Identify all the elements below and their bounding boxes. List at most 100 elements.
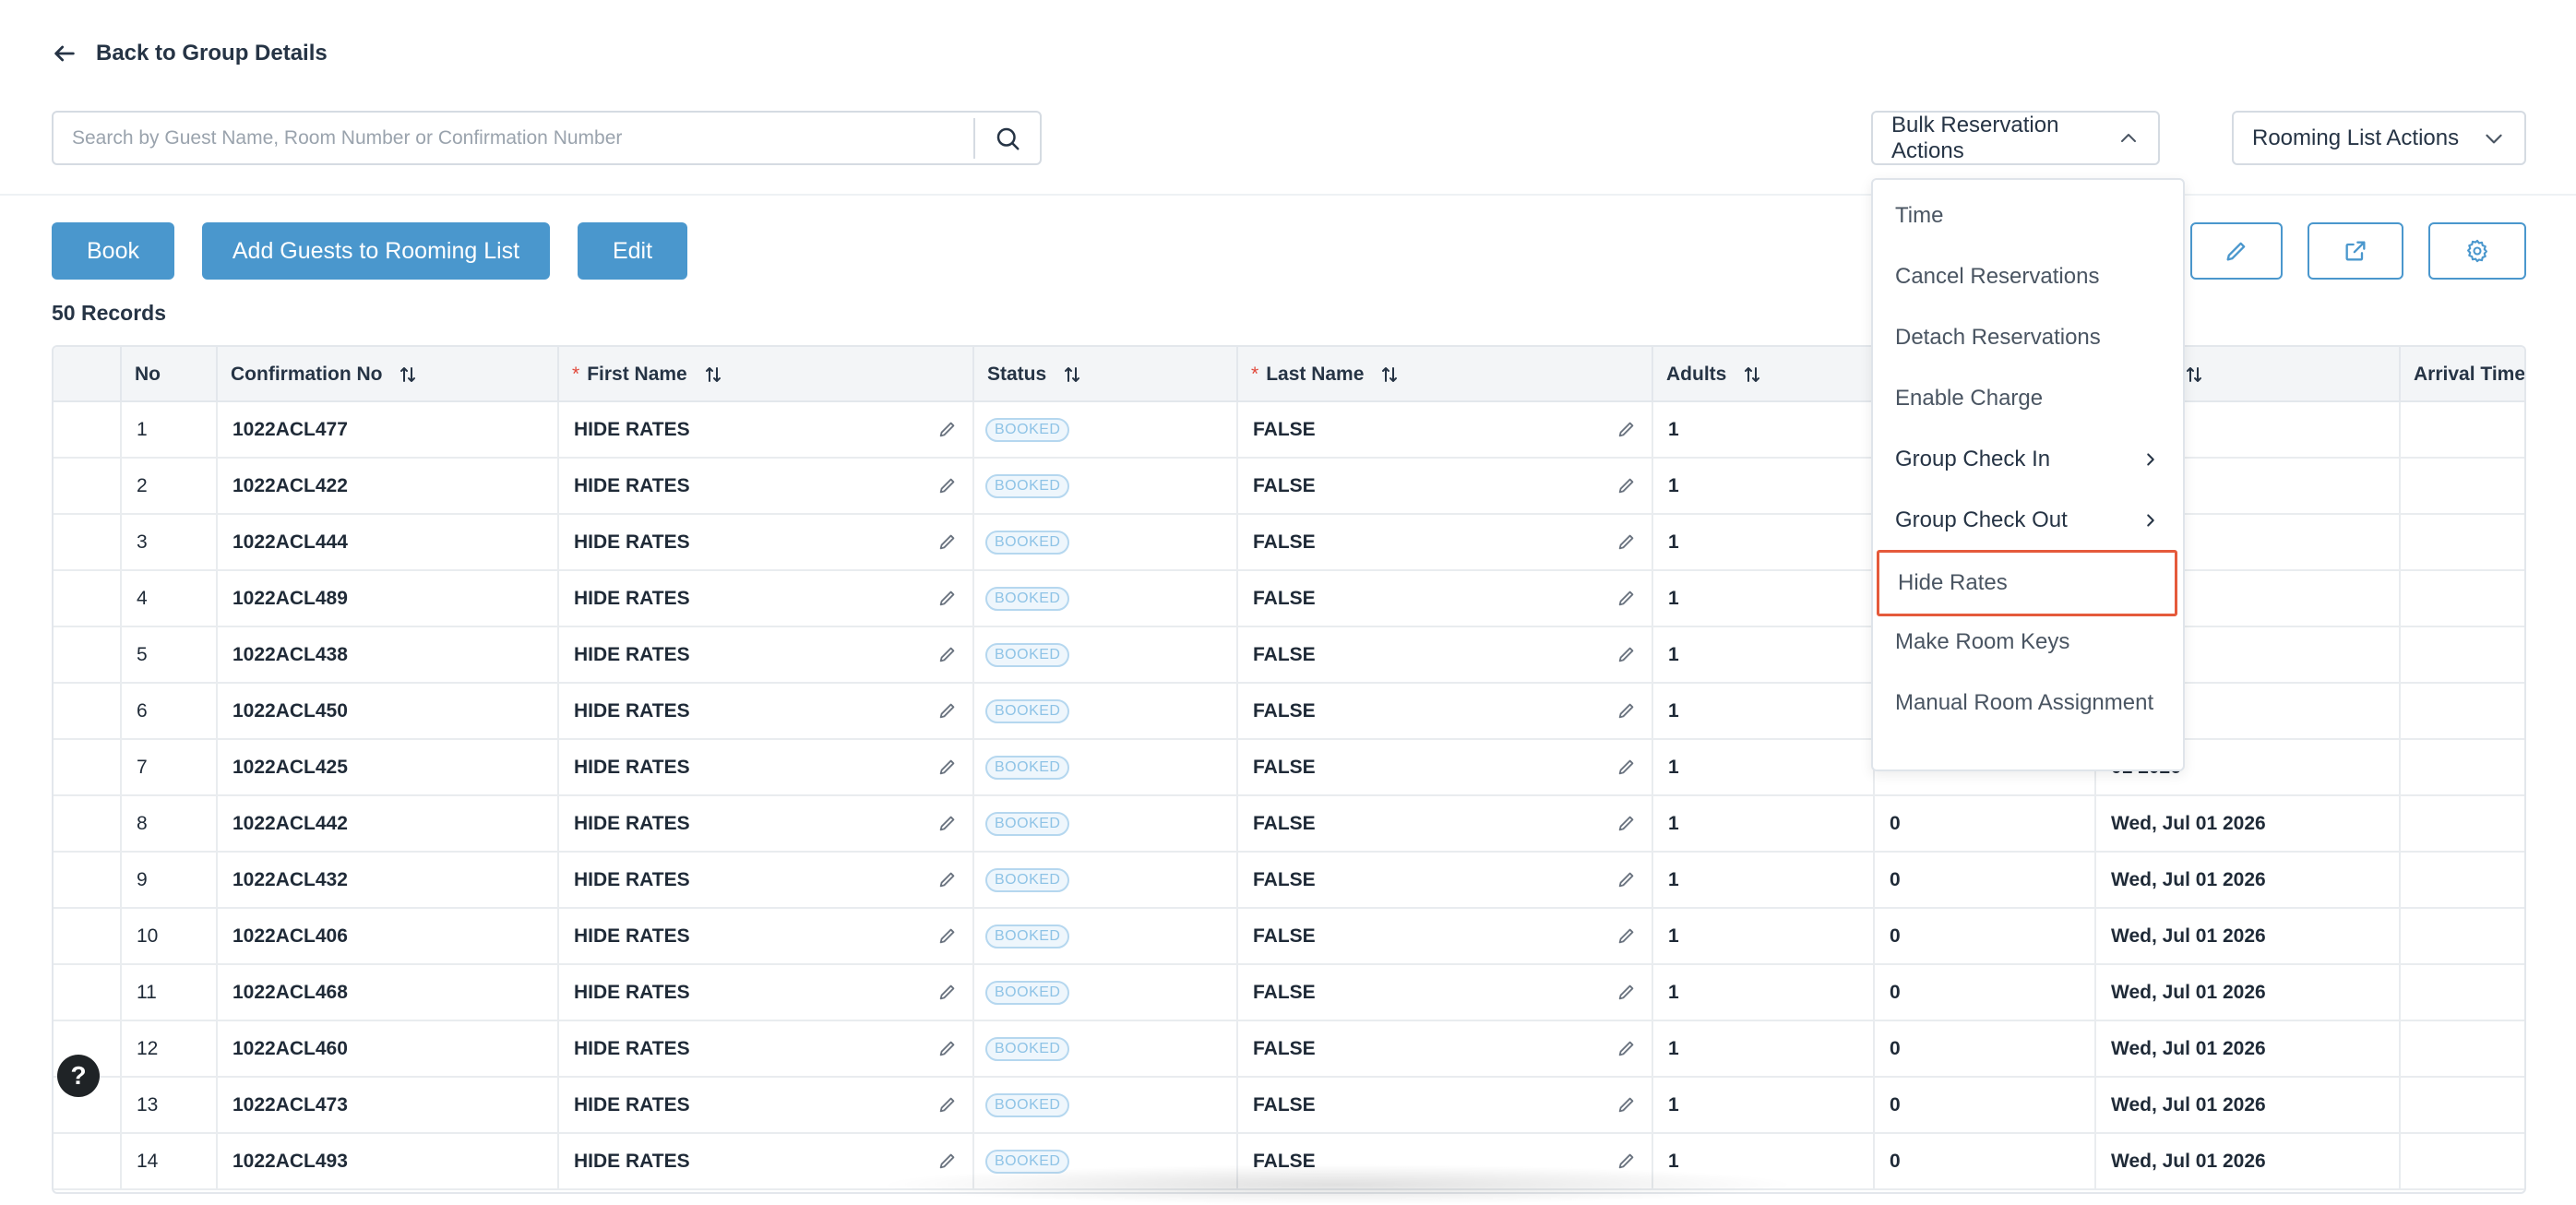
pencil-icon[interactable]: [937, 757, 958, 777]
pencil-icon[interactable]: [937, 531, 958, 552]
rooming-list-actions-dropdown[interactable]: Rooming List Actions: [2232, 111, 2526, 165]
book-button[interactable]: Book: [52, 222, 174, 280]
table-row[interactable]: 13 1022ACL473 HIDE RATES BOOKED FALSE 1 0 Wed, …: [54, 1078, 2524, 1134]
last-name-cell[interactable]: FALSE: [1236, 515, 1652, 569]
pencil-icon[interactable]: [1616, 757, 1637, 777]
first-name-cell[interactable]: HIDE RATES: [557, 684, 972, 738]
row-select-cell[interactable]: [54, 684, 120, 738]
pencil-icon[interactable]: [937, 1038, 958, 1058]
pencil-icon[interactable]: [1616, 588, 1637, 608]
first-name-cell[interactable]: HIDE RATES: [557, 627, 972, 682]
pencil-icon[interactable]: [937, 700, 958, 721]
menu-item-group-check-in[interactable]: Group Check In: [1873, 430, 2183, 489]
first-name-cell[interactable]: HIDE RATES: [557, 853, 972, 907]
last-name-cell[interactable]: FALSE: [1236, 796, 1652, 851]
pencil-icon[interactable]: [937, 982, 958, 1002]
pencil-icon[interactable]: [1616, 531, 1637, 552]
pencil-icon[interactable]: [1616, 925, 1637, 946]
first-name-cell[interactable]: HIDE RATES: [557, 459, 972, 513]
pencil-icon[interactable]: [937, 588, 958, 608]
table-row[interactable]: 12 1022ACL460 HIDE RATES BOOKED FALSE 1 0 Wed, …: [54, 1021, 2524, 1078]
pencil-icon[interactable]: [937, 925, 958, 946]
pencil-icon[interactable]: [937, 475, 958, 495]
menu-item-time[interactable]: Time: [1873, 186, 2183, 245]
first-name-cell[interactable]: HIDE RATES: [557, 965, 972, 1020]
row-select-cell[interactable]: [54, 402, 120, 457]
sort-icon[interactable]: [2183, 364, 2205, 386]
last-name-cell[interactable]: FALSE: [1236, 740, 1652, 794]
sort-icon[interactable]: [1061, 364, 1083, 386]
bulk-reservation-actions-dropdown[interactable]: Bulk Reservation Actions: [1871, 111, 2160, 165]
menu-item-detach-reservations[interactable]: Detach Reservations: [1873, 308, 2183, 367]
pencil-icon[interactable]: [937, 644, 958, 664]
menu-item-cancel-reservations[interactable]: Cancel Reservations: [1873, 247, 2183, 306]
last-name-cell[interactable]: FALSE: [1236, 853, 1652, 907]
edit-icon-button[interactable]: [2190, 222, 2283, 280]
last-name-cell[interactable]: FALSE: [1236, 571, 1652, 626]
menu-item-make-room-keys[interactable]: Make Room Keys: [1873, 613, 2183, 672]
column-header-first-name[interactable]: * First Name: [557, 347, 972, 402]
row-select-cell[interactable]: [54, 459, 120, 513]
sort-icon[interactable]: [702, 364, 724, 386]
row-select-cell[interactable]: [54, 853, 120, 907]
edit-button[interactable]: Edit: [578, 222, 687, 280]
pencil-icon[interactable]: [1616, 419, 1637, 439]
menu-item-manual-room-assignment[interactable]: Manual Room Assignment: [1873, 674, 2183, 733]
first-name-cell[interactable]: HIDE RATES: [557, 796, 972, 851]
row-select-cell[interactable]: [54, 571, 120, 626]
sort-icon[interactable]: [1741, 364, 1763, 386]
pencil-icon[interactable]: [1616, 700, 1637, 721]
help-button[interactable]: ?: [57, 1055, 100, 1097]
last-name-cell[interactable]: FALSE: [1236, 1021, 1652, 1076]
row-select-cell[interactable]: [54, 740, 120, 794]
table-row[interactable]: 11 1022ACL468 HIDE RATES BOOKED FALSE 1 0 Wed, …: [54, 965, 2524, 1021]
first-name-cell[interactable]: HIDE RATES: [557, 515, 972, 569]
table-row[interactable]: 8 1022ACL442 HIDE RATES BOOKED FALSE 1 0 Wed, J…: [54, 796, 2524, 853]
pencil-icon[interactable]: [1616, 644, 1637, 664]
search-button[interactable]: [975, 113, 1040, 163]
menu-item-enable-charge[interactable]: Enable Charge: [1873, 369, 2183, 428]
pencil-icon[interactable]: [937, 419, 958, 439]
first-name-cell[interactable]: HIDE RATES: [557, 1021, 972, 1076]
add-guests-button[interactable]: Add Guests to Rooming List: [202, 222, 550, 280]
row-select-cell[interactable]: [54, 515, 120, 569]
last-name-cell[interactable]: FALSE: [1236, 909, 1652, 963]
first-name-cell[interactable]: HIDE RATES: [557, 740, 972, 794]
pencil-icon[interactable]: [1616, 982, 1637, 1002]
pencil-icon[interactable]: [1616, 813, 1637, 833]
column-header-adults[interactable]: Adults: [1652, 347, 1873, 402]
last-name-cell[interactable]: FALSE: [1236, 627, 1652, 682]
last-name-cell[interactable]: FALSE: [1236, 1078, 1652, 1132]
sort-icon[interactable]: [397, 364, 419, 386]
row-select-cell[interactable]: [54, 965, 120, 1020]
row-select-cell[interactable]: [54, 909, 120, 963]
first-name-cell[interactable]: HIDE RATES: [557, 402, 972, 457]
menu-item-group-check-out[interactable]: Group Check Out: [1873, 491, 2183, 550]
sort-icon[interactable]: [1378, 364, 1401, 386]
pencil-icon[interactable]: [937, 869, 958, 889]
last-name-cell[interactable]: FALSE: [1236, 684, 1652, 738]
search-input[interactable]: [54, 113, 973, 163]
last-name-cell[interactable]: FALSE: [1236, 459, 1652, 513]
row-select-cell[interactable]: [54, 1134, 120, 1188]
row-select-cell[interactable]: [54, 627, 120, 682]
first-name-cell[interactable]: HIDE RATES: [557, 1078, 972, 1132]
column-header-status[interactable]: Status: [972, 347, 1236, 402]
pencil-icon[interactable]: [937, 813, 958, 833]
export-button[interactable]: [2308, 222, 2403, 280]
pencil-icon[interactable]: [1616, 475, 1637, 495]
pencil-icon[interactable]: [1616, 869, 1637, 889]
pencil-icon[interactable]: [937, 1094, 958, 1115]
settings-button[interactable]: [2428, 222, 2526, 280]
last-name-cell[interactable]: FALSE: [1236, 402, 1652, 457]
first-name-cell[interactable]: HIDE RATES: [557, 909, 972, 963]
table-row[interactable]: 10 1022ACL406 HIDE RATES BOOKED FALSE 1 0 Wed, …: [54, 909, 2524, 965]
pencil-icon[interactable]: [1616, 1094, 1637, 1115]
first-name-cell[interactable]: HIDE RATES: [557, 571, 972, 626]
column-header-last-name[interactable]: * Last Name: [1236, 347, 1652, 402]
back-to-group-details-link[interactable]: Back to Group Details: [52, 41, 328, 66]
menu-item-hide-rates[interactable]: Hide Rates: [1877, 550, 2177, 616]
column-header-confirmation-no[interactable]: Confirmation No: [216, 347, 557, 402]
pencil-icon[interactable]: [1616, 1038, 1637, 1058]
table-row[interactable]: 9 1022ACL432 HIDE RATES BOOKED FALSE 1 0 Wed, J…: [54, 853, 2524, 909]
